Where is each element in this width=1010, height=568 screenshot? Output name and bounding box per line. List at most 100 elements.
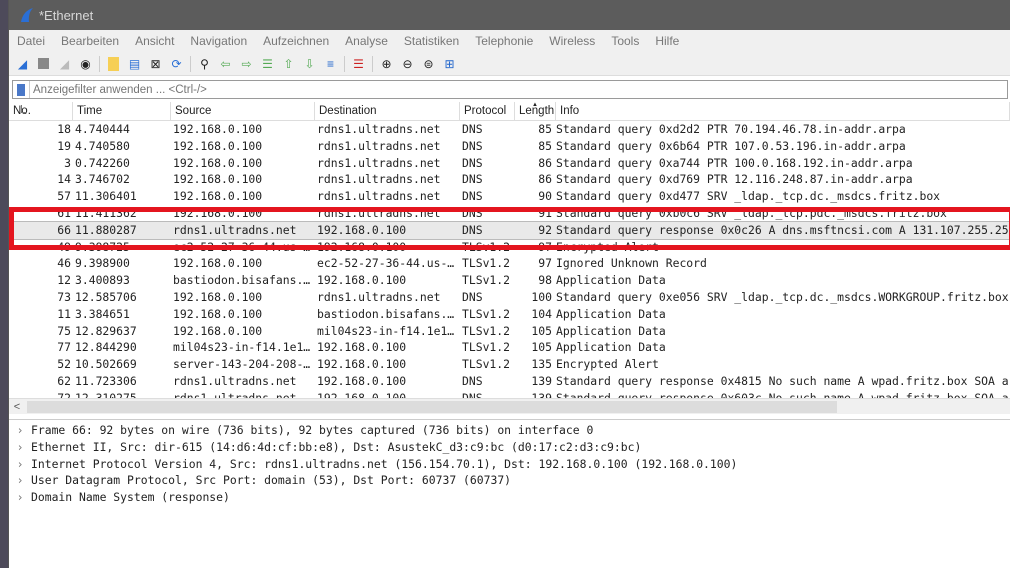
packet-row[interactable]: 14 3.746702 192.168.0.100 rdns1.ultradns.ne… xyxy=(9,171,1010,188)
display-filter-input[interactable] xyxy=(29,81,1007,98)
column-header-time[interactable]: Time xyxy=(73,102,171,120)
packet-protocol: TLSv1.2 xyxy=(462,256,511,271)
packet-info: Ignored Unknown Record xyxy=(556,256,707,271)
restart-icon[interactable]: ◢ xyxy=(57,56,72,71)
autoscroll-icon[interactable]: ≡ xyxy=(323,56,338,71)
gear-icon[interactable]: ◉ xyxy=(78,56,93,71)
packet-info: Application Data xyxy=(556,306,666,321)
packet-row[interactable]: 11 3.384651 192.168.0.100 bastiodon.bisafan… xyxy=(9,306,1010,323)
packet-info: Encrypted Alert xyxy=(556,357,659,372)
packet-info: Encrypted Alert xyxy=(556,239,659,254)
detail-tree-item[interactable]: › Ethernet II, Src: dir-615 (14:d6:4d:cf:… xyxy=(9,439,1010,456)
packet-destination: 192.168.0.100 xyxy=(317,239,407,254)
stop-icon[interactable] xyxy=(36,56,51,71)
packet-time: 3.384651 xyxy=(75,306,130,321)
packet-row[interactable]: 3 0.742260 192.168.0.100 rdns1.ultradns.net… xyxy=(9,155,1010,172)
packet-destination: mil04s23-in-f14.1e1… xyxy=(317,323,455,338)
column-header-no[interactable]: No. xyxy=(9,102,73,120)
packet-row[interactable]: 66 11.880287 rdns1.ultradns.net 192.168.0.1… xyxy=(9,105,1010,240)
menu-bearbeiten[interactable]: Bearbeiten xyxy=(61,34,119,48)
menu-tools[interactable]: Tools xyxy=(611,34,639,48)
colorize-icon[interactable]: ☰ xyxy=(351,56,366,71)
save-icon[interactable]: ▤ xyxy=(127,56,142,71)
packet-row[interactable]: 77 12.844290 mil04s23-in-f14.1e1… 192.168.0… xyxy=(9,339,1010,356)
menu-hilfe[interactable]: Hilfe xyxy=(655,34,679,48)
menu-aufzeichnen[interactable]: Aufzeichnen xyxy=(263,34,329,48)
detail-tree-item[interactable]: › Domain Name System (response) xyxy=(9,489,1010,506)
packet-row[interactable]: 18 4.740444 192.168.0.100 rdns1.ultradns.ne… xyxy=(9,121,1010,138)
packet-row[interactable]: 62 11.723306 rdns1.ultradns.net 192.168.0.1… xyxy=(9,373,1010,390)
packet-length: 105 xyxy=(531,323,552,338)
packet-info: Application Data xyxy=(556,273,666,288)
packet-time: 12.310275 xyxy=(75,390,137,398)
packet-row[interactable]: 46 9.398900 192.168.0.100 ec2-52-27-36-44.u… xyxy=(9,255,1010,272)
packet-source: 192.168.0.100 xyxy=(173,289,263,304)
chevron-right-icon[interactable]: › xyxy=(9,489,31,506)
zoom-in-icon[interactable]: ⊕ xyxy=(379,56,394,71)
packet-protocol: DNS xyxy=(462,390,483,398)
detail-text: Internet Protocol Version 4, Src: rdns1.… xyxy=(31,456,738,471)
close-file-icon[interactable]: ⊠ xyxy=(148,56,163,71)
menu-analyse[interactable]: Analyse xyxy=(345,34,388,48)
resize-columns-icon[interactable]: ⊞ xyxy=(442,56,457,71)
packet-row[interactable]: 75 12.829637 192.168.0.100 mil04s23-in-f14.… xyxy=(9,323,1010,340)
packet-time: 0.742260 xyxy=(75,155,130,170)
packet-length: 86 xyxy=(538,155,552,170)
column-header-destination[interactable]: Destination xyxy=(315,102,460,120)
packet-info: Standard query 0x6b64 PTR 107.0.53.196.i… xyxy=(556,138,906,153)
reload-icon[interactable]: ⟳ xyxy=(169,56,184,71)
column-header-protocol[interactable]: Protocol xyxy=(460,102,515,120)
menu-telephonie[interactable]: Telephonie xyxy=(475,34,533,48)
packet-row[interactable]: 19 4.740580 192.168.0.100 rdns1.ultradns.ne… xyxy=(9,138,1010,155)
packet-row[interactable]: 52 10.502669 server-143-204-208-… 192.168.0… xyxy=(9,356,1010,373)
menu-statistiken[interactable]: Statistiken xyxy=(404,34,459,48)
zoom-normal-icon[interactable]: ⊜ xyxy=(421,56,436,71)
packet-length: 98 xyxy=(538,273,552,288)
menu-wireless[interactable]: Wireless xyxy=(549,34,595,48)
scrollbar-thumb[interactable] xyxy=(27,401,837,413)
packet-details-pane: › Frame 66: 92 bytes on wire (736 bits), … xyxy=(9,419,1010,506)
bookmark-icon[interactable] xyxy=(17,83,25,96)
chevron-right-icon[interactable]: › xyxy=(9,439,31,456)
packet-info: Application Data xyxy=(556,340,666,355)
chevron-right-icon[interactable]: › xyxy=(9,422,31,439)
packet-number: 57 xyxy=(57,189,71,204)
packet-source: 192.168.0.100 xyxy=(173,306,263,321)
scroll-left-icon[interactable]: < xyxy=(9,401,25,413)
horizontal-scrollbar[interactable]: < xyxy=(9,398,1010,414)
menu-ansicht[interactable]: Ansicht xyxy=(135,34,174,48)
arrow-right-icon[interactable]: ⇨ xyxy=(239,56,254,71)
arrow-left-icon[interactable]: ⇦ xyxy=(218,56,233,71)
column-header-info[interactable]: Info xyxy=(556,102,1010,120)
menu-navigation[interactable]: Navigation xyxy=(190,34,247,48)
packet-row[interactable]: 61 11.411362 192.168.0.100 rdns1.ultradns.n… xyxy=(9,205,1010,222)
packet-source: 192.168.0.100 xyxy=(173,122,263,136)
packet-protocol: DNS xyxy=(462,373,483,388)
packet-row[interactable]: 49 9.398725 ec2-52-27-36-44.us-… 192.168.0.… xyxy=(9,239,1010,256)
packet-row[interactable]: 57 11.306401 192.168.0.100 rdns1.ultradns.n… xyxy=(9,188,1010,205)
detail-tree-item[interactable]: › Frame 66: 92 bytes on wire (736 bits), … xyxy=(9,422,1010,439)
zoom-out-icon[interactable]: ⊖ xyxy=(400,56,415,71)
packet-source: 192.168.0.100 xyxy=(173,205,263,220)
packet-number: 14 xyxy=(57,172,71,187)
go-to-packet-icon[interactable]: ☰ xyxy=(260,56,275,71)
shark-fin-start-icon[interactable]: ◢ xyxy=(15,56,30,71)
packet-time: 10.502669 xyxy=(75,357,137,372)
arrow-down-icon[interactable]: ⇩ xyxy=(302,56,317,71)
packet-row[interactable]: 72 12.310275 rdns1.ultradns.net 192.168.0.1… xyxy=(9,390,1010,398)
chevron-right-icon[interactable]: › xyxy=(9,456,31,473)
search-icon[interactable]: ⚲ xyxy=(197,56,212,71)
detail-tree-item[interactable]: › Internet Protocol Version 4, Src: rdns1… xyxy=(9,456,1010,473)
arrow-up-icon[interactable]: ⇧ xyxy=(281,56,296,71)
packet-row[interactable]: 73 12.585706 192.168.0.100 rdns1.ultradns.n… xyxy=(9,289,1010,306)
column-header-source[interactable]: Source xyxy=(171,102,315,120)
folder-icon[interactable] xyxy=(106,56,121,71)
chevron-right-icon[interactable]: › xyxy=(9,472,31,489)
column-header-length[interactable]: Length ▲ xyxy=(515,102,556,120)
packet-protocol: DNS xyxy=(462,189,483,204)
packet-row[interactable]: 12 3.400893 bastiodon.bisafans.… 192.168.0.… xyxy=(9,272,1010,289)
window-title: *Ethernet xyxy=(39,7,94,23)
detail-tree-item[interactable]: › User Datagram Protocol, Src Port: domai… xyxy=(9,472,1010,489)
packet-source: 192.168.0.100 xyxy=(173,155,263,170)
menu-datei[interactable]: Datei xyxy=(17,34,45,48)
